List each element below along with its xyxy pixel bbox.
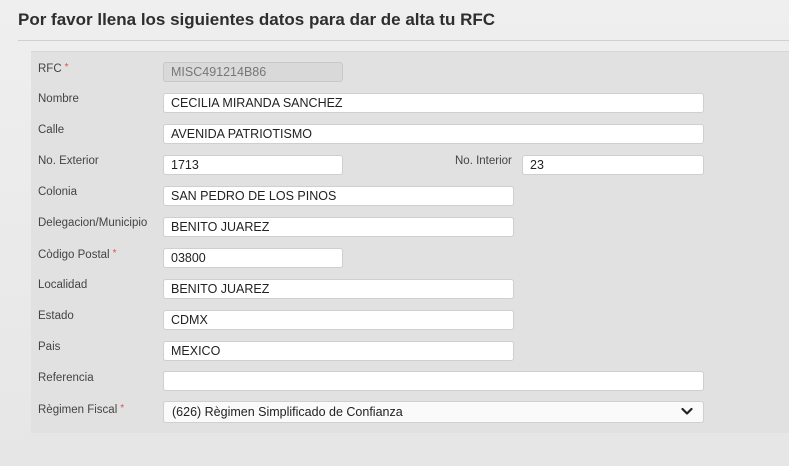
- page: Por favor llena los siguientes datos par…: [0, 0, 789, 466]
- no-interior-field[interactable]: 23: [522, 155, 704, 175]
- referencia-field[interactable]: [163, 371, 704, 391]
- colonia-label: Colonia: [38, 186, 77, 198]
- regimen-fiscal-select[interactable]: (626) Règimen Simplificado de Confianza: [163, 401, 704, 423]
- regimen-fiscal-value: (626) Règimen Simplificado de Confianza: [172, 405, 403, 419]
- no-interior-label: No. Interior: [455, 155, 512, 167]
- codigo-postal-field[interactable]: 03800: [163, 248, 343, 268]
- regimen-fiscal-label: Règimen Fiscal *: [38, 403, 124, 416]
- rfc-label-text: RFC: [38, 63, 62, 75]
- nombre-label: Nombre: [38, 93, 79, 105]
- delegacion-label: Delegacion/Municipio: [38, 217, 148, 229]
- nombre-field[interactable]: CECILIA MIRANDA SANCHEZ: [163, 93, 704, 113]
- codigo-postal-label-text: Còdigo Postal: [38, 249, 110, 261]
- required-mark: *: [112, 248, 117, 259]
- required-mark: *: [64, 62, 69, 73]
- estado-label: Estado: [38, 310, 74, 322]
- calle-label: Calle: [38, 124, 65, 136]
- delegacion-field[interactable]: BENITO JUAREZ: [163, 217, 514, 237]
- regimen-fiscal-label-text: Règimen Fiscal: [38, 404, 118, 416]
- title-divider: [18, 40, 789, 41]
- localidad-field[interactable]: BENITO JUAREZ: [163, 279, 514, 299]
- no-exterior-label: No. Exterior: [38, 155, 99, 167]
- chevron-down-icon: [681, 407, 693, 415]
- rfc-field[interactable]: MISC491214B86: [163, 62, 343, 82]
- no-exterior-field[interactable]: 1713: [163, 155, 343, 175]
- calle-field[interactable]: AVENIDA PATRIOTISMO: [163, 124, 704, 144]
- rfc-label: RFC *: [38, 62, 69, 75]
- pais-label: Pais: [38, 341, 61, 353]
- estado-field[interactable]: CDMX: [163, 310, 514, 330]
- referencia-label: Referencia: [38, 372, 94, 384]
- localidad-label: Localidad: [38, 279, 88, 291]
- pais-field[interactable]: MEXICO: [163, 341, 514, 361]
- required-mark: *: [120, 403, 125, 414]
- codigo-postal-label: Còdigo Postal *: [38, 248, 117, 261]
- page-title: Por favor llena los siguientes datos par…: [18, 10, 496, 29]
- colonia-field[interactable]: SAN PEDRO DE LOS PINOS: [163, 186, 514, 206]
